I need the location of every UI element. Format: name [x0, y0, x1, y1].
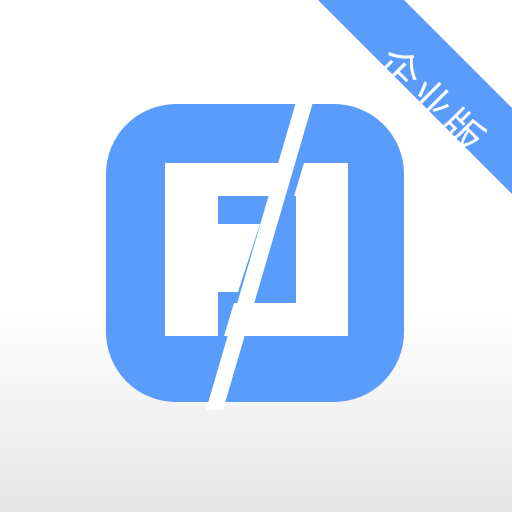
app-icon: 企业版 [0, 0, 512, 512]
